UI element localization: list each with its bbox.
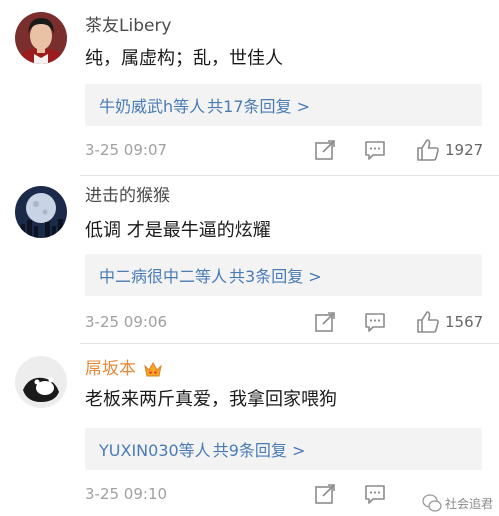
- comment-meta: 3-25 09:06 1567: [85, 308, 489, 338]
- comment-icon[interactable]: [363, 482, 387, 506]
- comment-text: 低调 才是最牛逼的炫耀: [85, 220, 271, 241]
- share-icon[interactable]: [313, 138, 337, 162]
- divider: [80, 343, 499, 344]
- timestamp: 3-25 09:07: [85, 141, 168, 159]
- reply-summary[interactable]: 中二病很中二等人 共3条回复 >: [85, 254, 482, 296]
- reply-users: 中二病很中二等人: [99, 267, 228, 286]
- reply-count-link[interactable]: 共17条回复 >: [207, 93, 310, 117]
- username[interactable]: 屌坂本: [85, 359, 136, 379]
- avatar[interactable]: [15, 356, 67, 408]
- comment-meta: 3-25 09:07 1927: [85, 136, 489, 166]
- watermark-text: 社会追君: [444, 496, 493, 511]
- comment-text: 纯，属虚构；乱，世佳人: [85, 48, 283, 69]
- like-count: 1567: [445, 313, 484, 331]
- avatar[interactable]: [15, 12, 67, 64]
- avatar[interactable]: [15, 186, 67, 238]
- username[interactable]: 茶友Libery: [85, 16, 172, 36]
- like-count: 1927: [445, 141, 484, 159]
- reply-users: YUXIN030等人: [99, 441, 211, 460]
- like-icon[interactable]: [415, 137, 441, 163]
- share-icon[interactable]: [313, 482, 337, 506]
- comment-icon[interactable]: [363, 138, 387, 162]
- reply-summary[interactable]: 牛奶威武h等人 共17条回复 >: [85, 84, 482, 126]
- reply-users: 牛奶威武h等人: [99, 97, 206, 116]
- share-icon[interactable]: [313, 310, 337, 334]
- crown-badge-icon: [144, 361, 162, 377]
- comment-icon[interactable]: [363, 310, 387, 334]
- username[interactable]: 进击的猴猴: [85, 186, 170, 206]
- reply-summary[interactable]: YUXIN030等人 共9条回复 >: [85, 428, 482, 470]
- wechat-icon: [422, 494, 442, 512]
- reply-count-link[interactable]: 共3条回复 >: [229, 263, 322, 287]
- comment-text: 老板来两斤真爱，我拿回家喂狗: [85, 389, 337, 410]
- timestamp: 3-25 09:06: [85, 313, 168, 331]
- timestamp: 3-25 09:10: [85, 485, 168, 503]
- like-icon[interactable]: [415, 309, 441, 335]
- reply-count-link[interactable]: 共9条回复 >: [213, 437, 306, 461]
- watermark: 社会追君: [421, 492, 493, 514]
